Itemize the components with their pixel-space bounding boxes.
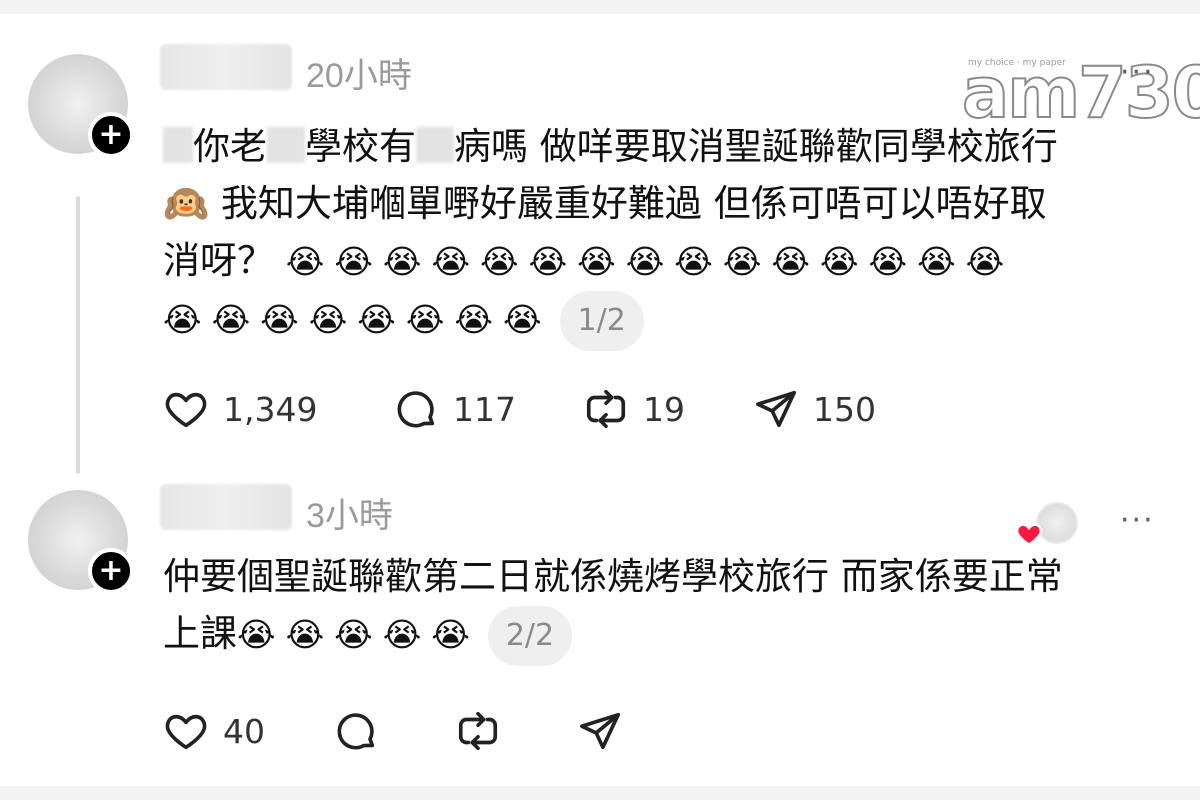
crying-emoji: 😭 [237,615,276,654]
post-body-line-2: 上課😭 😭 😭 😭 😭 2/2 [163,605,1173,666]
post-text: 上課 [163,612,237,655]
more-icon[interactable]: ··· [1120,58,1155,88]
username-redacted[interactable] [160,484,292,530]
like-button[interactable]: 40 [163,706,265,756]
repost-icon [586,389,626,429]
follow-plus-icon[interactable]: + [88,548,134,594]
comment-button[interactable]: 117 [393,384,516,434]
crying-emoji: 😭 [431,242,471,281]
post-body: 你老 學校有 病嗎 做咩要取消聖誕聯歡同學校旅行 🙉 我知大埔嗰單嘢好嚴重好難過 但… [163,118,1173,351]
comment-button[interactable] [333,706,379,756]
send-icon [755,390,797,428]
crying-emoji: 😭 [308,300,348,339]
like-button[interactable]: 1,349 [163,384,317,434]
post-1: + 20小時 ··· 你老 學校有 病嗎 做咩要取消聖誕聯歡同學校旅行 🙉 我知大埔… [0,14,1200,484]
redacted-text [163,127,193,163]
post-text: 病嗎 做咩要取消聖誕聯歡同學校旅行 [454,125,1058,168]
send-icon [579,712,621,750]
post-body-line-1: 你老 學校有 病嗎 做咩要取消聖誕聯歡同學校旅行 [163,118,1173,175]
share-count: 150 [813,389,876,429]
crying-emoji: 😭 [382,242,422,281]
liked-by-author [1010,502,1080,548]
crying-emoji: 😭 [357,300,396,339]
comment-icon [337,713,375,750]
crying-emoji: 😭 [260,300,299,339]
redacted-text [267,127,305,163]
share-button[interactable]: 150 [753,384,876,434]
crying-emoji: 😭 [502,300,542,339]
post-body: 仲要個聖誕聯歡第二日就係燒烤學校旅行 而家係要正常 上課😭 😭 😭 😭 😭 2/2 [163,548,1173,666]
crying-emoji: 😭 [334,242,373,281]
thread-line [76,196,80,474]
crying-emoji: 😭 [674,242,713,281]
post-text: 你老 [193,125,267,168]
crying-emoji: 😭 [917,242,956,281]
post-actions: 40 [163,706,1063,756]
heart-icon [165,714,207,750]
crying-emoji: 😭 [577,242,616,281]
crying-emoji: 😭 [528,242,568,281]
heart-icon [1016,523,1042,546]
crying-emoji: 😭 [625,242,665,281]
crying-emoji: 😭 [163,300,202,339]
post-body-line-2: 🙉 我知大埔嗰單嘢好嚴重好難過 但係可唔可以唔好取 [163,175,1173,232]
username-redacted[interactable] [160,44,292,90]
crying-emoji: 😭 [454,300,493,339]
post-body-line-3: 消呀？ 😭 😭 😭 😭 😭 😭 😭 😭 😭 😭 😭 😭 😭 😭 😭 [163,232,1173,290]
post-2: + 3小時 ··· 仲要個聖誕聯歡第二日就係燒烤學校旅行 而家係要正常 上課😭 😭… [0,484,1200,786]
post-timestamp: 3小時 [306,497,393,535]
post-text: 仲要個聖誕聯歡第二日就係燒烤學校旅行 而家係要正常 [163,555,1063,598]
more-icon[interactable]: ··· [1120,506,1155,536]
crying-emoji: 😭 [382,615,422,654]
crying-emoji: 😭 [285,615,325,654]
follow-plus-icon[interactable]: + [88,112,134,158]
post-text: 學校有 [305,125,416,168]
crying-emoji: 😭 [334,615,373,654]
repost-count: 19 [643,389,685,429]
repost-icon [458,711,498,751]
monkey-emoji: 🙉 [163,182,210,225]
redacted-text [416,127,454,163]
crying-emoji: 😭 [211,300,251,339]
thread-pager[interactable]: 1/2 [559,290,644,351]
crying-emoji: 😭 [405,300,445,339]
heart-icon [165,392,207,428]
crying-emoji: 😭 [722,242,762,281]
post-text: 消呀？ [163,239,274,282]
crying-emoji: 😭 [771,242,810,281]
like-count: 40 [223,711,265,751]
crying-emoji: 😭 [965,242,1005,281]
thread-pager[interactable]: 2/2 [487,605,573,666]
crying-emoji: 😭 [285,242,325,281]
comment-count: 117 [453,389,516,429]
post-timestamp: 20小時 [306,57,412,95]
comment-icon [397,391,435,428]
like-count: 1,349 [223,389,318,429]
repost-button[interactable]: 19 [583,384,685,434]
post-text: 我知大埔嗰單嘢好嚴重好難過 但係可唔可以唔好取 [209,182,1047,225]
share-button[interactable] [577,706,623,756]
post-body-line-1: 仲要個聖誕聯歡第二日就係燒烤學校旅行 而家係要正常 [163,548,1173,605]
crying-emoji: 😭 [431,615,470,654]
post-actions: 1,349 117 19 150 [163,384,1063,434]
feed-card: my choice · my paper am730 + 20小時 ··· 你老… [0,14,1200,786]
post-body-line-4: 😭 😭 😭 😭 😭 😭 😭 😭 1/2 [163,290,1173,351]
crying-emoji: 😭 [819,242,859,281]
repost-button[interactable] [455,706,501,756]
crying-emoji: 😭 [868,242,908,281]
crying-emoji: 😭 [480,242,519,281]
